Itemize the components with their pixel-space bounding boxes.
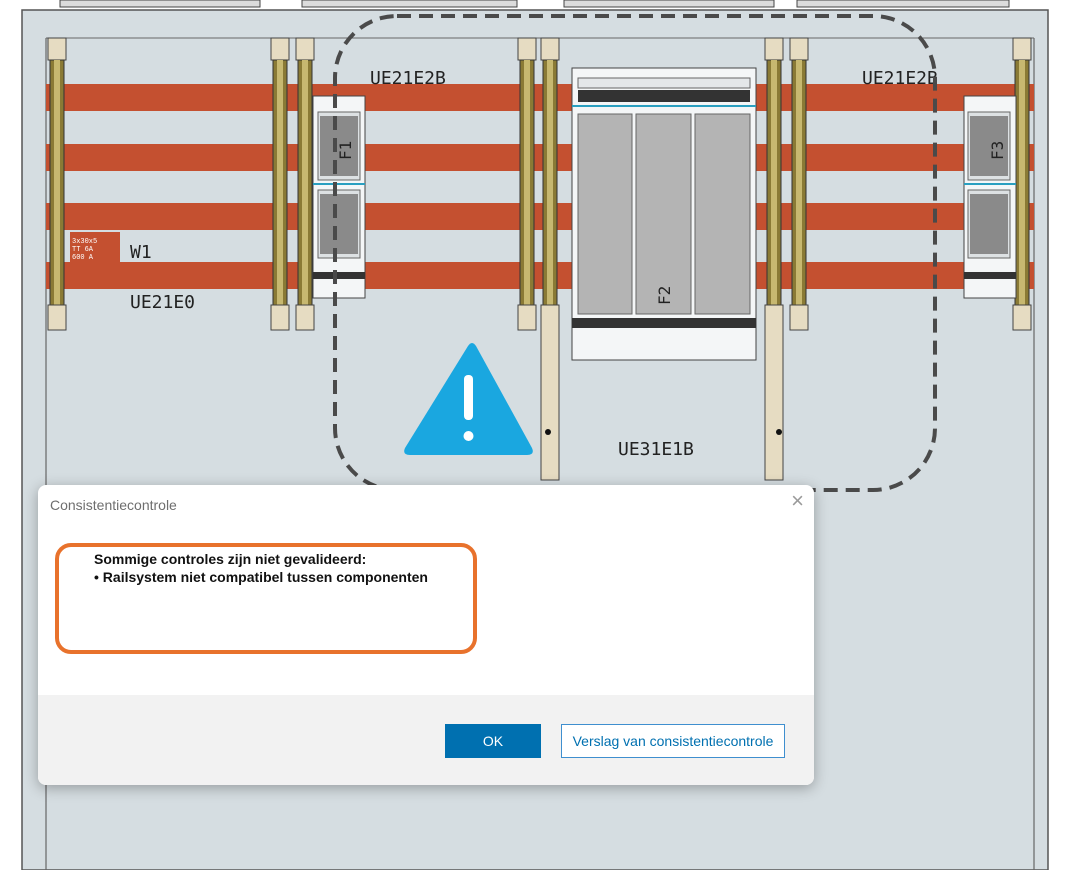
label-f2: F2 [655,286,674,305]
dialog-message: Sommige controles zijn niet gevalideerd:… [94,551,428,587]
rating-plate: 3x30x5 TT 6A 600 A [70,232,120,262]
plate-line-2: TT 6A [72,246,94,254]
label-f1: F1 [336,141,355,160]
plate-line-3: 600 A [72,254,94,262]
label-f3: F3 [988,141,1007,160]
label-w1: W1 [130,242,152,263]
switch-f2 [571,67,757,361]
fuse-f1 [312,95,366,299]
label-ue21e2b-left: UE21E2B [370,68,446,89]
consistency-report-button[interactable]: Verslag van consistentiecontrole [561,724,785,758]
plate-line-1: 3x30x5 [72,238,97,246]
message-heading: Sommige controles zijn niet gevalideerd: [94,551,367,567]
message-item: • Railsystem niet compatibel tussen comp… [94,569,428,585]
dialog-title: Consistentiecontrole [50,497,177,513]
fuse-f3 [963,95,1017,299]
label-ue21e2b-right: UE21E2B [862,68,938,89]
ok-button[interactable]: OK [445,724,541,758]
close-icon[interactable]: × [791,490,804,512]
label-ue31e1b: UE31E1B [618,439,694,460]
consistency-check-dialog: Consistentiecontrole × Sommige controles… [38,485,814,785]
label-ue21e0: UE21E0 [130,292,195,313]
